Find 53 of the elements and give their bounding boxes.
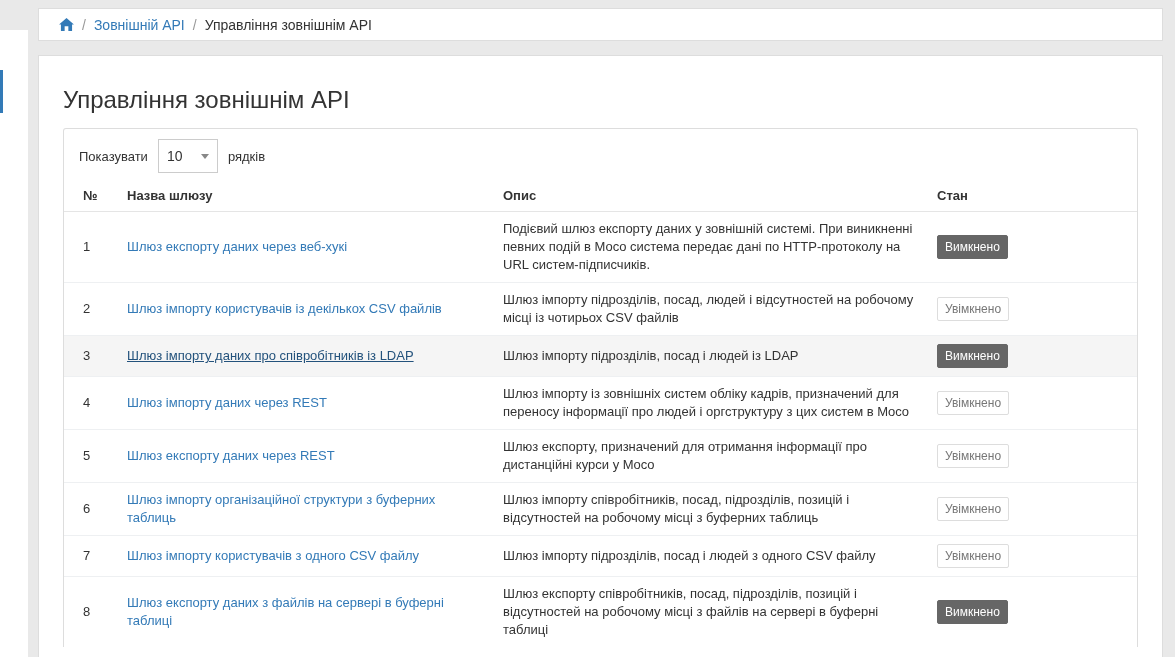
show-label: Показувати xyxy=(79,148,148,164)
sidebar-active-marker xyxy=(0,70,3,113)
table-row[interactable]: 5 Шлюз експорту даних через REST Шлюз експорту, призначений для отримання інформації про дистанційні курси у Moco Увімкнено xyxy=(64,429,1137,483)
gateway-description: Шлюз імпорту підрозділів, посад і людей із LDAP xyxy=(503,348,799,363)
gateway-link[interactable]: Шлюз імпорту організаційної структури з буферних таблиць xyxy=(127,491,487,527)
row-number: 1 xyxy=(83,239,91,254)
status-badge: Увімкнено xyxy=(937,497,1010,521)
status-badge: Вимкнено xyxy=(937,600,1008,624)
row-number: 8 xyxy=(83,604,91,619)
row-number: 5 xyxy=(83,448,91,463)
gateway-description: Шлюз імпорту підрозділів, посад, людей і відсутностей на робочому місці із чотирьох CSV файлів xyxy=(503,292,914,325)
breadcrumb-link[interactable]: Зовнішній API xyxy=(93,16,185,33)
home-icon[interactable] xyxy=(59,18,74,31)
row-number: 3 xyxy=(83,348,91,363)
row-number: 6 xyxy=(83,501,91,516)
column-header: Опис xyxy=(495,181,929,212)
gateway-description: Шлюз імпорту підрозділів, посад і людей з одного CSV файлу xyxy=(503,548,876,563)
gateway-description: Шлюз експорту, призначений для отримання інформації про дистанційні курси у Moco xyxy=(503,439,867,472)
table-row[interactable]: 1 Шлюз експорту даних через веб-хукі Подієвий шлюз експорту даних у зовнішній системі. При виникненні певних подій в Moco система передає дані по HTTP-протоколу на URL систем-підписчиків. Вимкнено xyxy=(64,211,1137,283)
gateway-link[interactable]: Шлюз експорту даних через REST xyxy=(127,447,487,465)
table-row[interactable]: 6 Шлюз імпорту організаційної структури з буферних таблиць Шлюз імпорту співробітників, посад, підрозділів, позицій і відсутностей на робочому місці з буферних таблиць Увімкнено xyxy=(64,482,1137,536)
table-row[interactable]: 8 Шлюз експорту даних з файлів на сервері в буферні таблиці Шлюз експорту співробітників, посад, підрозділів, позицій і відсутностей на робочому місці з файлів на сервері в буферні таблиці Вимкнено xyxy=(64,576,1137,647)
table-row[interactable]: 4 Шлюз імпорту даних через REST Шлюз імпорту із зовнішніх систем обліку кадрів, призначений для переносу інформації про людей і оргструктуру з цих систем в Moco Увімкнено xyxy=(64,376,1137,430)
page-size-select[interactable]: 10 xyxy=(157,139,218,173)
column-header: Назва шлюзу xyxy=(119,181,495,212)
gateway-link[interactable]: Шлюз експорту даних через веб-хукі xyxy=(127,238,487,256)
gateway-description: Шлюз імпорту співробітників, посад, підрозділів, позицій і відсутностей на робочому місці з буферних таблиць xyxy=(503,492,850,525)
table-row[interactable]: 7 Шлюз імпорту користувачів з одного CSV файлу Шлюз імпорту підрозділів, посад і людей з одного CSV файлу Увімкнено xyxy=(64,535,1137,577)
row-number: 7 xyxy=(83,548,91,563)
status-badge: Вимкнено xyxy=(937,235,1008,259)
column-header: Стан xyxy=(929,181,1137,212)
breadcrumb-current: Управління зовнішнім API xyxy=(204,16,372,33)
status-badge: Увімкнено xyxy=(937,444,1010,468)
page-title: Управління зовнішнім API xyxy=(63,86,351,114)
gateway-link[interactable]: Шлюз імпорту користувачів із декількох CSV файлів xyxy=(127,300,487,318)
breadcrumb-separator: / xyxy=(192,16,197,33)
status-badge: Увімкнено xyxy=(937,391,1010,415)
gateway-description: Шлюз імпорту із зовнішніх систем обліку кадрів, призначений для переносу інформації про людей і оргструктуру з цих систем в Moco xyxy=(503,386,910,419)
status-badge: Вимкнено xyxy=(937,344,1008,368)
row-number: 2 xyxy=(83,301,91,316)
status-badge: Увімкнено xyxy=(937,297,1010,321)
status-badge: Увімкнено xyxy=(937,544,1010,568)
gateway-description: Подієвий шлюз експорту даних у зовнішній системі. При виникненні певних подій в Moco система передає дані по HTTP-протоколу на URL систем-підписчиків. xyxy=(503,221,913,272)
gateway-description: Шлюз експорту співробітників, посад, підрозділів, позицій і відсутностей на робочому місці з файлів на сервері в буферні таблиці xyxy=(503,586,879,637)
rows-label: рядків xyxy=(227,148,266,164)
caret-icon xyxy=(200,153,209,159)
gateway-link[interactable]: Шлюз імпорту даних через REST xyxy=(127,394,487,412)
table-row[interactable]: 3 Шлюз імпорту даних про співробітників із LDAP Шлюз імпорту підрозділів, посад і людей із LDAP Вимкнено xyxy=(64,335,1137,377)
breadcrumb-separator: / xyxy=(82,16,86,33)
row-number: 4 xyxy=(83,395,91,410)
gateway-link[interactable]: Шлюз експорту даних з файлів на сервері в буферні таблиці xyxy=(127,594,487,630)
column-header: № xyxy=(64,181,119,212)
gateway-link[interactable]: Шлюз імпорту користувачів з одного CSV файлу xyxy=(127,547,487,565)
